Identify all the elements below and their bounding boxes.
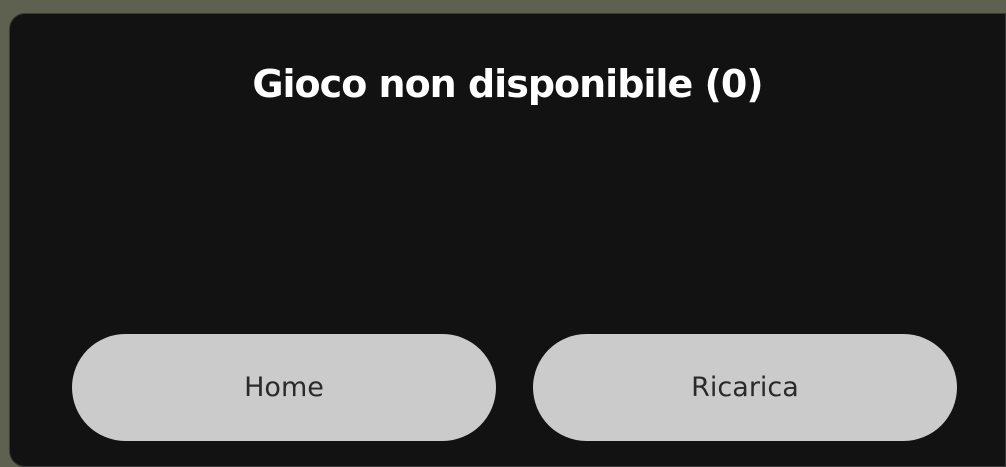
reload-button[interactable]: Ricarica bbox=[533, 334, 957, 441]
home-button[interactable]: Home bbox=[72, 334, 496, 441]
error-dialog: Gioco non disponibile (0) Home Ricarica bbox=[9, 13, 1006, 467]
dialog-title: Gioco non disponibile (0) bbox=[252, 62, 763, 106]
